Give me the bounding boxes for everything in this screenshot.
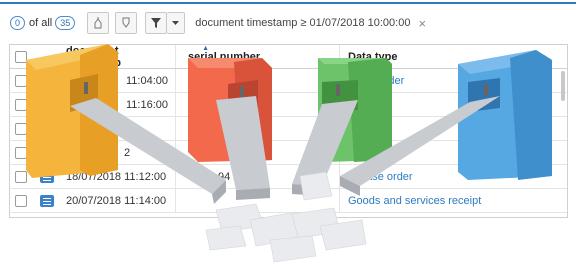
tag-down-button[interactable] [115, 12, 138, 34]
clear-filter-button[interactable]: × [418, 16, 426, 31]
selected-count-badge: 0 [10, 16, 26, 30]
select-all-checkbox[interactable] [15, 50, 27, 63]
column-header-serial-label: serial number [188, 50, 261, 63]
column-header-type-label: Data type [348, 50, 398, 63]
table-row[interactable]: 2 10 [10, 141, 567, 165]
documents-table: document timestamp ▲ serial number Data … [9, 44, 568, 218]
caret-down-icon [172, 20, 180, 25]
row-checkbox[interactable] [15, 98, 27, 111]
row-timestamp: 18/07/2018 11:12:00 [66, 170, 167, 183]
row-timestamp: 11:16:00 [126, 98, 169, 111]
table-row[interactable]: 003 Manu [10, 117, 567, 141]
row-timestamp: 2 [124, 146, 131, 159]
row-serial: 00020 [236, 74, 267, 87]
row-type-link[interactable]: Manu [348, 123, 376, 135]
tag-up-button[interactable] [87, 12, 110, 34]
row-checkbox[interactable] [15, 122, 27, 135]
row-serial: 0019 [242, 98, 267, 111]
row-checkbox[interactable] [15, 146, 27, 159]
table-row[interactable]: 11:04:00 00020 Sales order [10, 69, 567, 93]
row-checkbox[interactable] [15, 170, 27, 183]
column-header-type[interactable]: Data type [339, 45, 567, 68]
row-serial: 94 [218, 170, 231, 183]
tag-up-icon [94, 17, 102, 29]
row-type-link[interactable]: Delivery [348, 99, 388, 111]
filter-dropdown-button[interactable] [167, 12, 186, 34]
row-timestamp: 11:04:00 [126, 74, 169, 87]
row-type-link[interactable]: Sales order [348, 75, 404, 87]
row-serial: 10 [254, 146, 267, 159]
filter-button[interactable] [145, 12, 168, 34]
table-header: document timestamp ▲ serial number Data … [10, 45, 567, 69]
sort-ascending-icon: ▲ [202, 45, 209, 52]
column-header-timestamp-label: document timestamp [66, 44, 122, 69]
row-checkbox[interactable] [15, 194, 27, 207]
row-checkbox[interactable] [15, 74, 27, 87]
table-row[interactable]: 18/07/2018 11:12:00 94 hase order [10, 165, 567, 189]
grid-toolbar: 0 of all 35 document timestamp ≥ 01/07/2… [0, 2, 576, 38]
row-type-link[interactable]: hase order [348, 171, 413, 183]
row-serial: 003 [248, 122, 267, 135]
total-count-badge: 35 [55, 16, 76, 30]
filter-icon [151, 18, 162, 28]
row-details-icon[interactable] [40, 194, 54, 207]
active-filter-text: document timestamp ≥ 01/07/2018 10:00:00 [195, 17, 411, 29]
table-row[interactable]: 20/07/2018 11:14:00 Goods and services r… [10, 189, 567, 213]
row-details-icon[interactable] [40, 170, 54, 183]
filter-button-group [145, 12, 186, 34]
column-header-serial[interactable]: serial number [175, 45, 339, 68]
of-all-label: of all [29, 17, 53, 29]
row-timestamp: 20/07/2018 11:14:00 [66, 194, 167, 207]
row-type-link[interactable]: Goods and services receipt [348, 195, 481, 207]
vertical-scrollbar[interactable] [561, 71, 565, 101]
table-row[interactable]: 11:16:00 0019 Delivery [10, 93, 567, 117]
tag-down-icon [122, 17, 130, 28]
column-header-timestamp[interactable]: document timestamp ▲ [32, 44, 209, 69]
